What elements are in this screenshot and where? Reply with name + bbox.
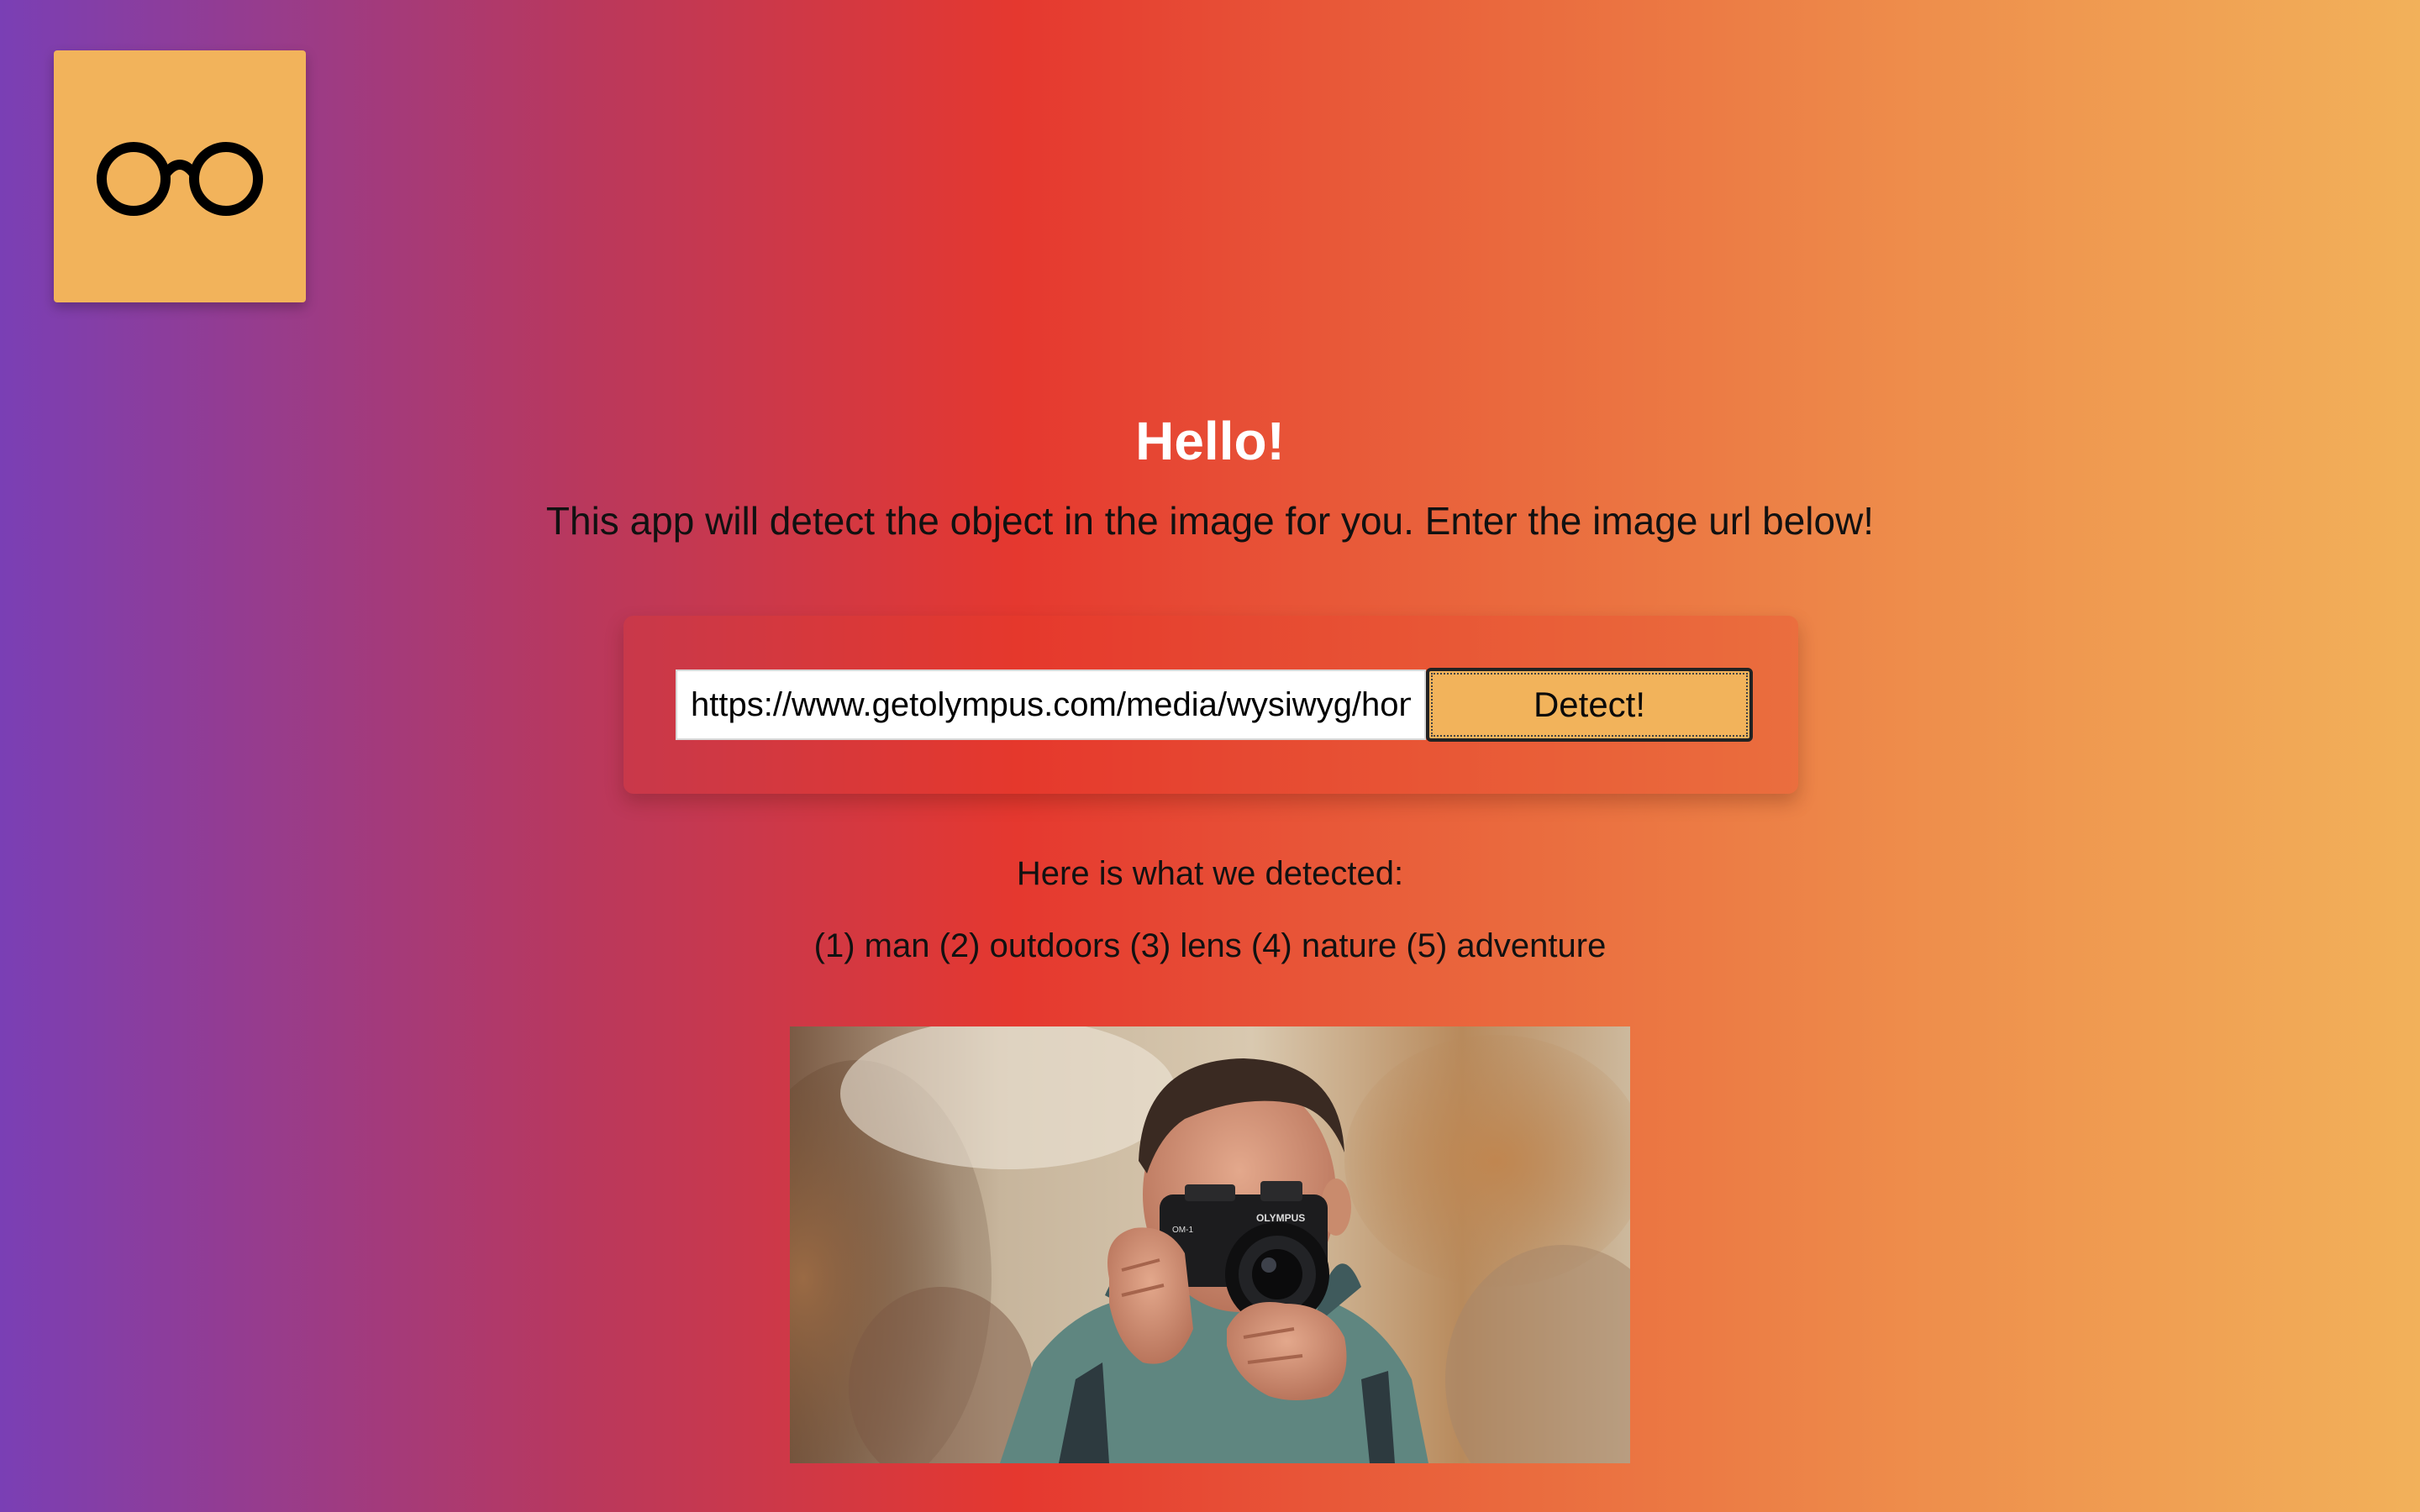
- hero-section: Hello! This app will detect the object i…: [0, 403, 2420, 548]
- detect-button[interactable]: Detect!: [1426, 668, 1753, 742]
- app-logo: [54, 50, 306, 302]
- results-section: Here is what we detected: (1) man (2) ou…: [0, 848, 2420, 971]
- camera-model-label: OM-1: [1172, 1226, 1193, 1235]
- page-subtitle: This app will detect the object in the i…: [545, 499, 1875, 543]
- detected-image: OLYMPUS OM-1: [790, 1026, 1630, 1463]
- glasses-icon: [97, 142, 263, 216]
- url-form-card: Detect!: [623, 616, 1798, 794]
- image-url-input[interactable]: [676, 669, 1426, 740]
- results-heading: Here is what we detected:: [1016, 855, 1404, 892]
- camera-brand-label: OLYMPUS: [1256, 1212, 1305, 1224]
- page-title: Hello!: [1135, 411, 1285, 471]
- detected-objects-list: (1) man (2) outdoors (3) lens (4) nature…: [813, 927, 1607, 964]
